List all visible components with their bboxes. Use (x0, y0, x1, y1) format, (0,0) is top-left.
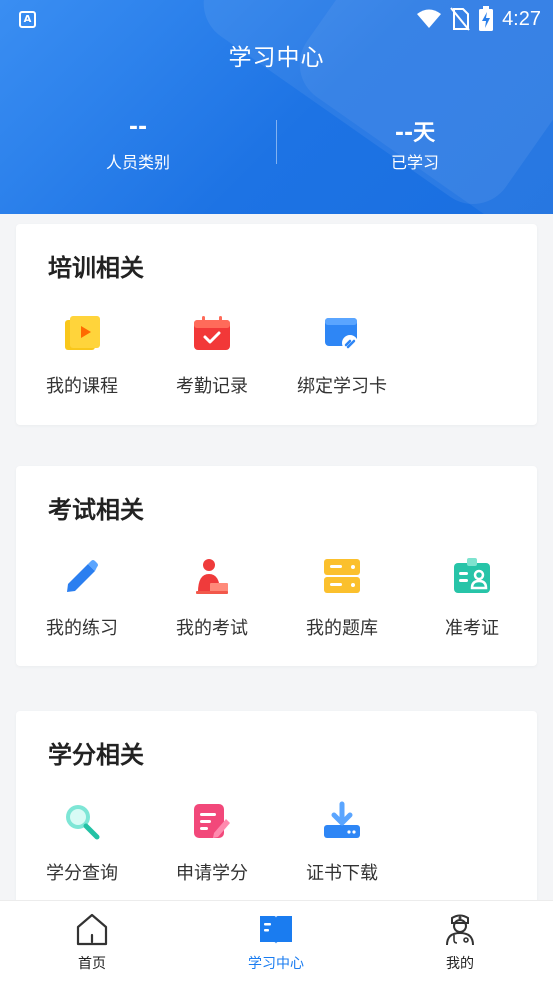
stat-days-studied: --天 已学习 (277, 115, 553, 173)
stat-personnel-category: -- 人员类别 (0, 115, 276, 173)
stat-label: 人员类别 (105, 153, 170, 172)
tab-label: 我的 (446, 956, 474, 972)
item-label: 学分查询 (46, 863, 118, 884)
tab-study-center[interactable]: 学习中心 (184, 901, 368, 983)
item-label: 我的练习 (46, 618, 118, 639)
no-sim-icon (450, 7, 470, 31)
app-notification-icon: A (19, 11, 36, 28)
question-bank-icon (324, 559, 360, 593)
section-training: 培训相关 我的课程 考勤记录 绑定学习卡 (16, 224, 537, 425)
book-icon (260, 916, 292, 944)
section-title: 学分相关 (48, 741, 144, 769)
card-link-icon (325, 318, 358, 351)
item-label: 证书下载 (306, 863, 378, 884)
item-label: 绑定学习卡 (297, 376, 387, 397)
section-credits: 学分相关 学分查询 申请学分 证书下载 (16, 711, 537, 911)
admission-ticket-icon (454, 558, 490, 593)
section-title: 培训相关 (48, 254, 144, 282)
wifi-icon (417, 9, 442, 28)
apply-credits-button[interactable]: 申请学分 (147, 801, 277, 885)
doctor-icon (446, 914, 474, 946)
status-icons: 4:27 (416, 6, 541, 32)
section-title: 考试相关 (48, 496, 144, 524)
stat-value: --天 (394, 121, 436, 146)
admission-ticket-button[interactable]: 准考证 (407, 556, 537, 640)
my-question-bank-button[interactable]: 我的题库 (277, 556, 407, 640)
tab-label: 学习中心 (248, 956, 304, 972)
attendance-records-button[interactable]: 考勤记录 (147, 314, 277, 398)
item-label: 我的题库 (306, 618, 378, 639)
section-exam: 考试相关 我的练习 我的考试 我的题库 准考证 (16, 466, 537, 666)
certificate-download-button[interactable]: 证书下载 (277, 801, 407, 885)
apply-form-icon (194, 804, 230, 838)
search-icon (66, 805, 100, 840)
my-exams-button[interactable]: 我的考试 (147, 556, 277, 640)
pencil-icon (67, 560, 98, 592)
bottom-tab-bar: 首页 学习中心 我的 (0, 900, 553, 983)
stat-label: 已学习 (390, 153, 439, 172)
video-play-icon (65, 316, 100, 350)
page-title: 学习中心 (228, 45, 325, 71)
item-label: 准考证 (445, 618, 499, 639)
my-practice-button[interactable]: 我的练习 (17, 556, 147, 640)
exam-person-icon (196, 559, 228, 594)
home-icon (76, 913, 108, 946)
download-icon (324, 801, 360, 838)
tab-label: 首页 (78, 956, 106, 972)
stat-value: -- (128, 115, 148, 140)
item-label: 申请学分 (176, 863, 248, 884)
item-label: 我的考试 (176, 618, 248, 639)
item-label: 考勤记录 (176, 376, 248, 397)
status-time: 4:27 (502, 7, 541, 30)
bind-study-card-button[interactable]: 绑定学习卡 (277, 314, 407, 398)
calendar-check-icon (194, 316, 230, 350)
my-courses-button[interactable]: 我的课程 (17, 314, 147, 398)
credit-query-button[interactable]: 学分查询 (17, 801, 147, 885)
status-bar: A 4:27 (0, 0, 553, 38)
item-label: 我的课程 (46, 376, 118, 397)
tab-mine[interactable]: 我的 (368, 901, 552, 983)
battery-charging-icon (479, 6, 494, 31)
header-banner: A 4:27 学习中心 -- 人员类别 --天 已学习 (0, 0, 553, 214)
tab-home[interactable]: 首页 (0, 901, 184, 983)
